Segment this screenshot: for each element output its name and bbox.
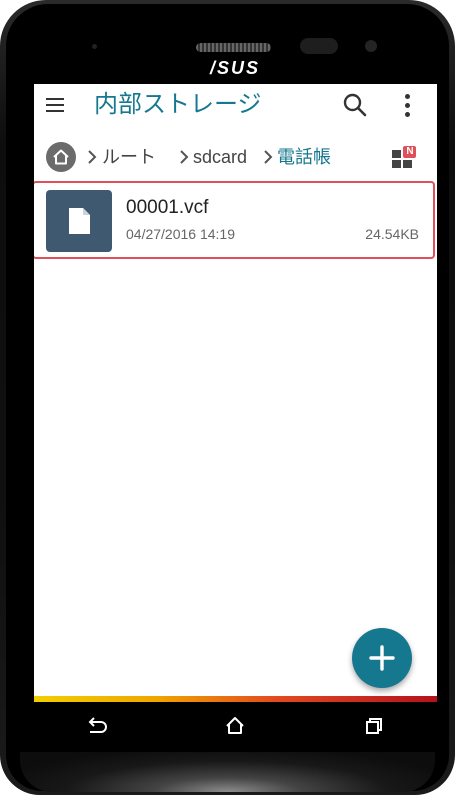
home-icon[interactable] (46, 142, 76, 172)
recent-apps-icon[interactable] (357, 710, 391, 740)
file-type-icon (46, 190, 112, 252)
file-size: 24.54KB (365, 226, 419, 242)
file-name: 00001.vcf (126, 197, 209, 218)
breadcrumb-item-root[interactable]: ルート (102, 146, 156, 168)
earpiece-speaker (196, 43, 271, 52)
app-title: 内部ストレージ (94, 91, 262, 118)
breadcrumb: ルート sdcard 電話帳 N (34, 136, 437, 176)
grid-view-icon[interactable]: N (390, 144, 418, 170)
app-bar: 内部ストレージ (34, 84, 437, 128)
file-list-item[interactable]: 00001.vcf 04/27/2016 14:19 24.54KB (34, 181, 435, 259)
proximity-dot (92, 44, 97, 49)
accent-stripe (34, 696, 437, 702)
light-sensor (365, 40, 377, 52)
phone-frame: /SUS 内部ストレージ ルート sdcard 電話帳 N 00001.vcf … (0, 0, 455, 795)
home-icon[interactable] (218, 710, 252, 740)
add-button[interactable] (352, 628, 412, 688)
back-icon[interactable] (80, 710, 114, 740)
app-screen: 内部ストレージ ルート sdcard 電話帳 N 00001.vcf 04/27… (34, 84, 437, 696)
breadcrumb-item-sdcard[interactable]: sdcard (193, 146, 247, 168)
search-icon[interactable] (342, 92, 368, 118)
front-camera (300, 38, 338, 54)
new-badge: N (406, 146, 414, 157)
hamburger-menu-icon[interactable] (46, 98, 66, 114)
more-vertical-icon[interactable] (402, 91, 414, 119)
plus-icon (369, 645, 395, 671)
file-modified-date: 04/27/2016 14:19 (126, 226, 235, 242)
system-navbar (34, 704, 437, 748)
breadcrumb-item-current[interactable]: 電話帳 (277, 146, 331, 168)
chevron-right-icon (180, 150, 189, 164)
chevron-right-icon (264, 150, 273, 164)
brand-logo: /SUS (209, 58, 260, 78)
chevron-right-icon (88, 150, 97, 164)
bottom-bezel (20, 752, 435, 792)
